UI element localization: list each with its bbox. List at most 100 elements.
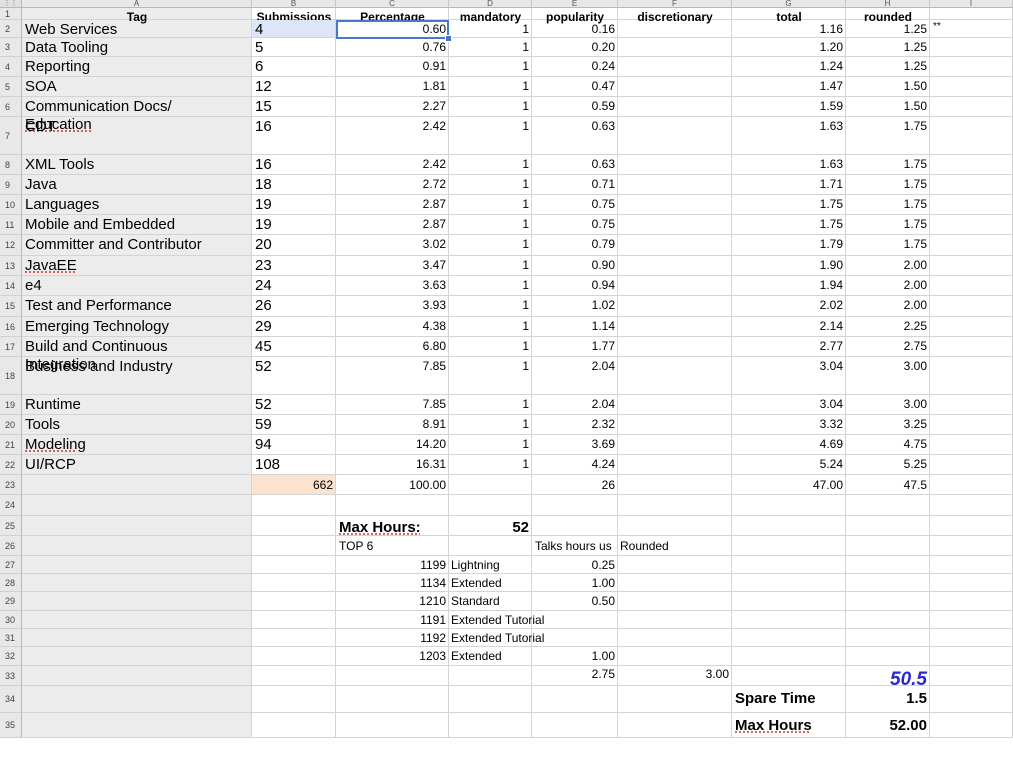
cell[interactable] [336,495,449,516]
cell[interactable] [22,592,252,611]
cell[interactable] [618,77,732,97]
cell[interactable] [449,175,532,195]
cell[interactable] [618,97,732,117]
cell[interactable] [22,611,252,629]
cell[interactable] [930,296,1013,317]
cell[interactable] [252,556,336,574]
cell[interactable] [252,57,336,77]
cell[interactable] [449,215,532,235]
cell[interactable] [732,556,846,574]
row-header-34[interactable]: 34 [0,686,22,713]
cell[interactable] [22,666,252,686]
row-header-7[interactable]: 7 [0,117,22,155]
cell[interactable] [252,611,336,629]
cell[interactable] [618,175,732,195]
cell[interactable] [846,647,930,666]
row-header-21[interactable]: 21 [0,435,22,455]
cell[interactable] [532,516,618,536]
cell[interactable] [930,666,1013,686]
cell[interactable] [732,592,846,611]
cell[interactable] [618,195,732,215]
column-header-c[interactable]: C [336,0,449,8]
cell[interactable] [618,647,732,666]
cell[interactable] [930,195,1013,215]
cell[interactable] [618,276,732,296]
cell[interactable] [532,611,618,629]
cell[interactable] [846,536,930,556]
cell[interactable] [930,415,1013,435]
column-header-b[interactable]: B [252,0,336,8]
cell[interactable] [336,686,449,713]
cell[interactable] [930,20,1013,38]
column-header-h[interactable]: H [846,0,930,8]
cell[interactable] [449,395,532,415]
cell[interactable] [449,686,532,713]
cell[interactable] [336,666,449,686]
cell[interactable] [618,317,732,337]
cell[interactable] [930,686,1013,713]
row-header-22[interactable]: 22 [0,455,22,475]
column-header-d[interactable]: D [449,0,532,8]
row-header-31[interactable]: 31 [0,629,22,647]
row-header-8[interactable]: 8 [0,155,22,175]
row-header-5[interactable]: 5 [0,77,22,97]
cell[interactable] [930,629,1013,647]
row-header-11[interactable]: 11 [0,215,22,235]
cell[interactable] [252,592,336,611]
cell[interactable] [732,574,846,592]
row-header-16[interactable]: 16 [0,317,22,337]
cell[interactable] [252,713,336,738]
cell[interactable] [532,713,618,738]
cell[interactable] [846,611,930,629]
row-header-27[interactable]: 27 [0,556,22,574]
cell[interactable] [22,536,252,556]
cell[interactable] [930,155,1013,175]
cell[interactable] [930,713,1013,738]
cell[interactable] [930,536,1013,556]
row-header-19[interactable]: 19 [0,395,22,415]
column-header-e[interactable]: E [532,0,618,8]
cell[interactable] [449,296,532,317]
cell[interactable] [449,276,532,296]
cell[interactable] [732,629,846,647]
cell[interactable] [930,337,1013,357]
cell[interactable] [930,175,1013,195]
cell[interactable] [22,713,252,738]
cell[interactable] [252,666,336,686]
cell[interactable] [449,57,532,77]
spreadsheet-grid[interactable]: ⋮⋮ A B C D E F G H I 1 2 3 4 5 6 7 8 9 10 11 12 13 14 15 16 17 18 19… [0,0,1013,766]
cell[interactable] [22,629,252,647]
cell[interactable] [252,629,336,647]
cell[interactable] [22,647,252,666]
cell[interactable] [252,647,336,666]
row-header-32[interactable]: 32 [0,647,22,666]
cell[interactable] [930,647,1013,666]
cell[interactable] [846,629,930,647]
row-header-28[interactable]: 28 [0,574,22,592]
cell[interactable] [618,235,732,256]
cell[interactable] [449,536,532,556]
cell[interactable] [618,415,732,435]
cell[interactable] [846,516,930,536]
cell[interactable] [618,435,732,455]
cell[interactable] [449,155,532,175]
cell[interactable] [930,256,1013,276]
cell[interactable] [252,574,336,592]
cell[interactable] [618,475,732,495]
cell[interactable] [22,475,252,495]
cell[interactable] [22,574,252,592]
cell[interactable] [930,592,1013,611]
cell[interactable] [449,117,532,155]
cell[interactable] [449,475,532,495]
row-header-24[interactable]: 24 [0,495,22,516]
cell[interactable] [732,647,846,666]
row-header-35[interactable]: 35 [0,713,22,738]
cell[interactable] [618,592,732,611]
cell[interactable] [252,536,336,556]
cell[interactable] [618,516,732,536]
cell[interactable] [732,495,846,516]
cell[interactable] [449,317,532,337]
cell[interactable] [449,235,532,256]
cell[interactable] [532,686,618,713]
cell[interactable] [846,556,930,574]
